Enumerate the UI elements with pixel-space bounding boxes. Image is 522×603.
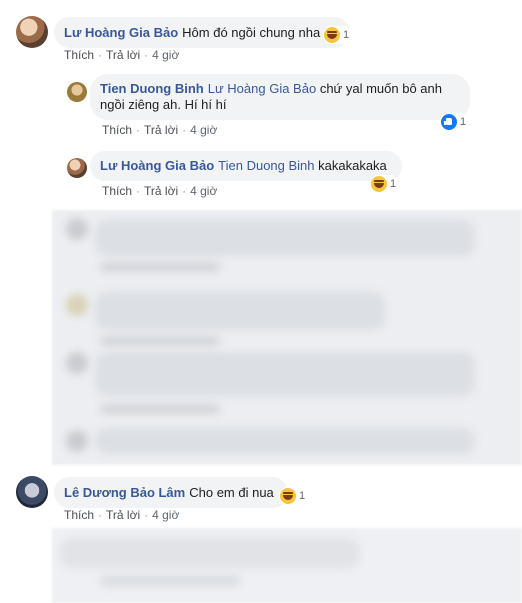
reply-bubble: Lư Hoàng Gia Bảo Tien Duong Binh kakakaka… (90, 151, 402, 181)
reaction-summary[interactable]: 1 (279, 487, 309, 505)
blurred-row (60, 538, 360, 568)
blurred-row (100, 336, 220, 346)
comment-bubble: Lư Hoàng Gia Bảo Hôm đó ngồi chung nha (54, 17, 350, 48)
blurred-avatar (66, 430, 88, 452)
avatar-comment1[interactable] (16, 16, 48, 48)
comment-author[interactable]: Lê Dương Bảo Lâm (64, 485, 185, 500)
separator: · (144, 508, 149, 522)
reply-link[interactable]: Trả lời (106, 508, 140, 522)
separator: · (98, 48, 103, 62)
reply-actions: Thích · Trả lời · 4 giờ (102, 123, 217, 137)
timestamp[interactable]: 4 giờ (152, 508, 179, 522)
comment-actions: Thích · Trả lời · 4 giờ (64, 508, 179, 522)
separator: · (136, 123, 141, 137)
avatar-reply2[interactable] (67, 158, 87, 178)
comment-bubble: Lê Dương Bảo Lâm Cho em đi nua (54, 477, 288, 508)
haha-reaction-icon (324, 27, 340, 43)
reply-text: kakakakaka (318, 158, 387, 173)
blurred-row (95, 220, 475, 256)
reply-link[interactable]: Trả lời (144, 184, 178, 198)
reaction-count: 1 (460, 116, 467, 128)
like-link[interactable]: Thích (64, 48, 94, 62)
blurred-row (95, 292, 385, 330)
like-link[interactable]: Thích (64, 508, 94, 522)
reaction-count: 1 (299, 490, 306, 502)
haha-reaction-icon (371, 176, 387, 192)
haha-reaction-icon (280, 488, 296, 504)
reaction-count: 1 (343, 29, 350, 41)
blurred-avatar (66, 294, 88, 316)
reply-mention[interactable]: Tien Duong Binh (218, 158, 314, 173)
blurred-row (100, 262, 220, 272)
timestamp[interactable]: 4 giờ (190, 184, 217, 198)
blurred-row (95, 352, 475, 396)
timestamp[interactable]: 4 giờ (190, 123, 217, 137)
reply-bubble: Tien Duong Binh Lư Hoàng Gia Bảo chứ yal … (90, 74, 470, 120)
reply-text-line2: ngồi ziêng ah. Hí hí hí (100, 97, 227, 112)
reaction-summary[interactable]: 1 (370, 175, 400, 193)
avatar-reply1[interactable] (67, 82, 87, 102)
like-reaction-icon (441, 114, 457, 130)
comment-text: Cho em đi nua (189, 485, 274, 500)
comment-text: Hôm đó ngồi chung nha (182, 25, 321, 40)
reply-actions: Thích · Trả lời · 4 giờ (102, 184, 217, 198)
avatar-comment2[interactable] (16, 476, 48, 508)
reply-link[interactable]: Trả lời (144, 123, 178, 137)
reaction-summary[interactable]: 1 (323, 26, 353, 44)
comment-author[interactable]: Lư Hoàng Gia Bảo (64, 25, 178, 40)
timestamp[interactable]: 4 giờ (152, 48, 179, 62)
reaction-count: 1 (390, 178, 397, 190)
reply-text-line1: chứ yal muốn bô anh (319, 81, 442, 96)
reply-mention[interactable]: Lư Hoàng Gia Bảo (208, 81, 316, 96)
separator: · (98, 508, 103, 522)
blurred-row (95, 428, 475, 454)
blurred-avatar (66, 218, 88, 240)
reply-author[interactable]: Tien Duong Binh (100, 81, 204, 96)
separator: · (182, 123, 187, 137)
separator: · (136, 184, 141, 198)
reply-link[interactable]: Trả lời (106, 48, 140, 62)
blurred-row (100, 576, 240, 586)
reply-author[interactable]: Lư Hoàng Gia Bảo (100, 158, 214, 173)
blurred-avatar (66, 352, 88, 374)
like-link[interactable]: Thích (102, 184, 132, 198)
separator: · (182, 184, 187, 198)
blurred-row (100, 404, 220, 414)
reaction-summary[interactable]: 1 (440, 113, 470, 131)
like-link[interactable]: Thích (102, 123, 132, 137)
separator: · (144, 48, 149, 62)
comment-actions: Thích · Trả lời · 4 giờ (64, 48, 179, 62)
